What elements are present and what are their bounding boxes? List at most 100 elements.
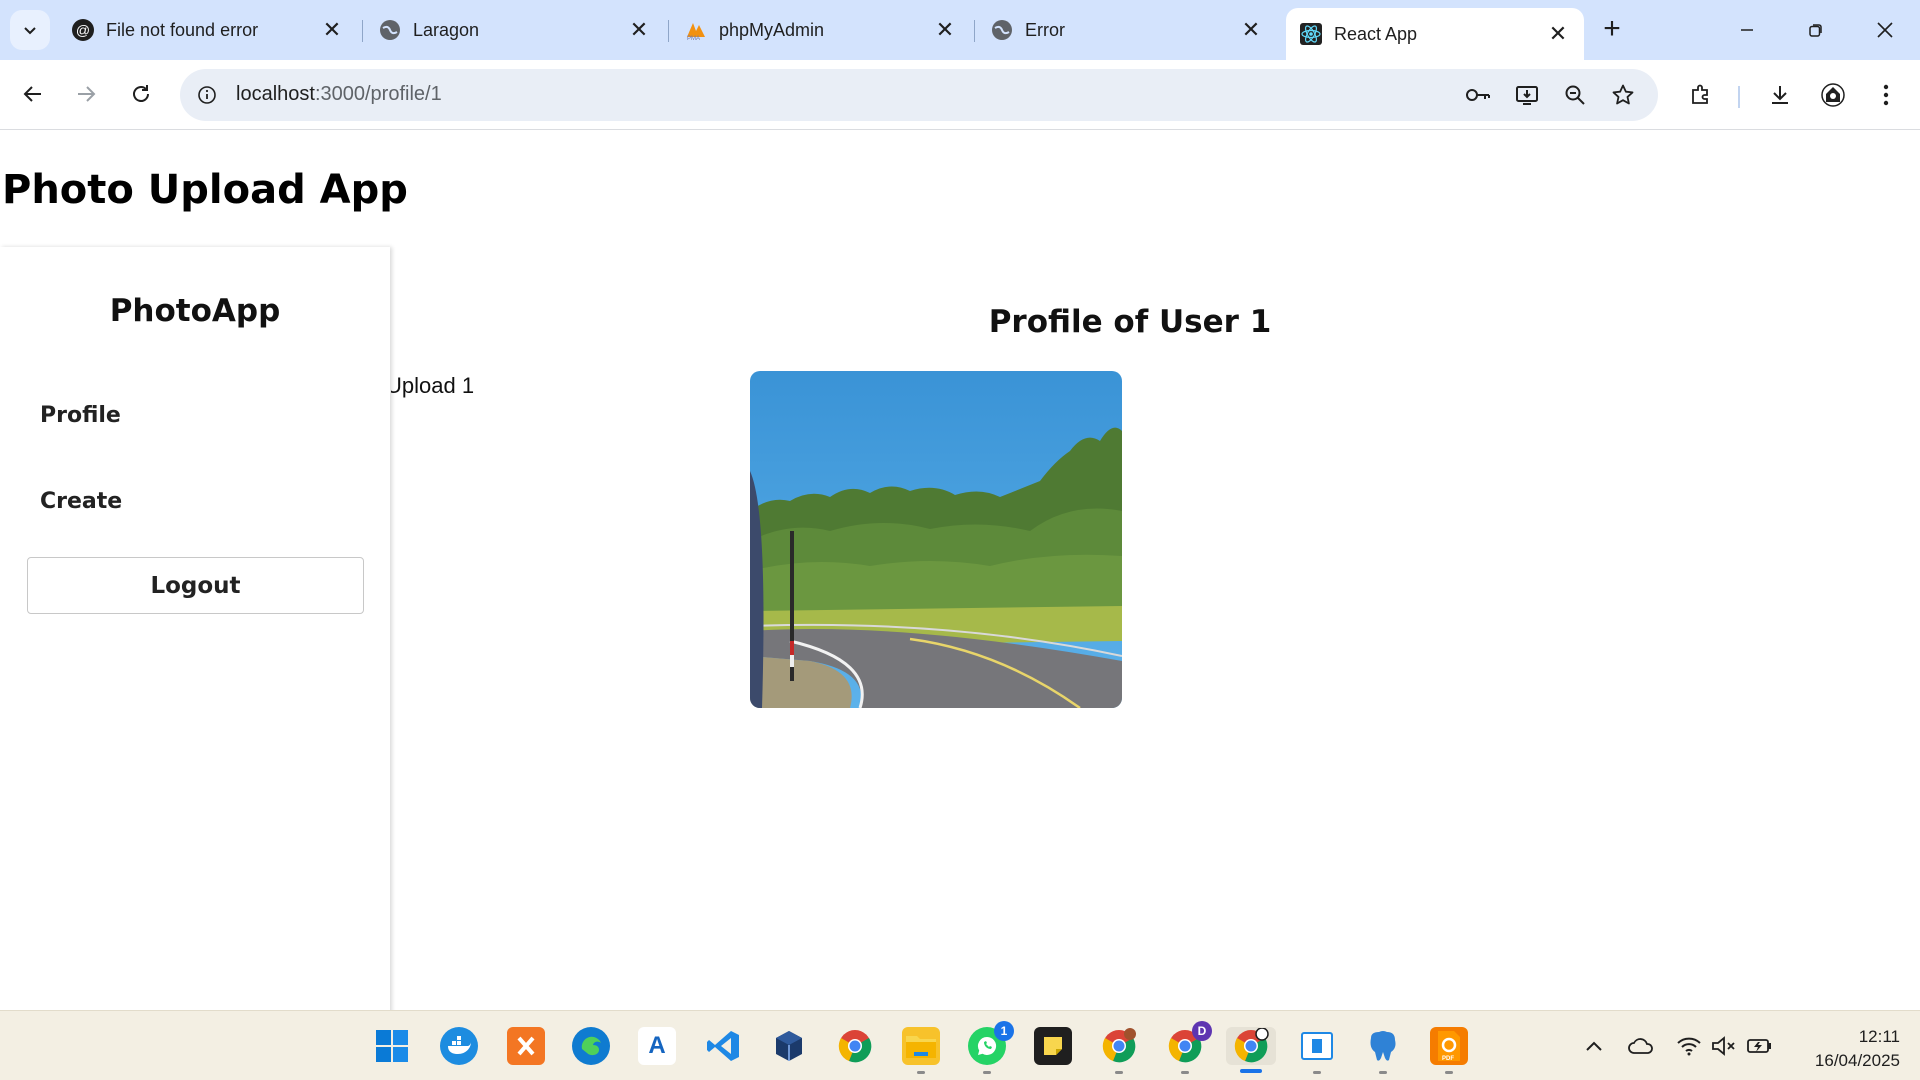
tab-phpmyadmin[interactable]: PMA phpMyAdmin ✕ bbox=[671, 8, 971, 52]
chrome-profile-d-icon[interactable]: D bbox=[1166, 1021, 1212, 1065]
threads-icon: @ bbox=[72, 19, 94, 41]
tab-file-not-found[interactable]: @ File not found error ✕ bbox=[58, 8, 358, 52]
profile-badge: D bbox=[1192, 1021, 1212, 1041]
arrow-right-icon bbox=[78, 86, 96, 102]
pgadmin-icon[interactable] bbox=[1364, 1027, 1402, 1065]
chrome-profile-icon[interactable] bbox=[1100, 1027, 1138, 1065]
profile-avatar-icon[interactable] bbox=[1813, 75, 1853, 115]
close-icon[interactable]: ✕ bbox=[1239, 17, 1263, 42]
volume-muted-icon[interactable] bbox=[1709, 1031, 1739, 1061]
chrome-icon[interactable] bbox=[836, 1027, 874, 1065]
profile-heading: Profile of User 1 bbox=[988, 304, 1272, 340]
running-indicator bbox=[983, 1071, 991, 1074]
tab-title: phpMyAdmin bbox=[719, 19, 825, 40]
close-icon[interactable]: ✕ bbox=[933, 17, 957, 42]
tab-search-button[interactable] bbox=[10, 10, 50, 50]
url-text[interactable]: localhost:3000/profile/1 bbox=[236, 83, 442, 106]
running-indicator bbox=[1445, 1071, 1453, 1074]
svg-text:PMA: PMA bbox=[687, 36, 700, 41]
upload-label-container: Upload 1 bbox=[391, 367, 591, 407]
sticky-notes-icon[interactable] bbox=[1034, 1027, 1072, 1065]
minimize-button[interactable] bbox=[1724, 10, 1770, 50]
running-indicator bbox=[1379, 1071, 1387, 1074]
address-bar[interactable]: localhost:3000/profile/1 bbox=[180, 69, 1658, 121]
phpmyadmin-icon: PMA bbox=[687, 23, 705, 41]
more-menu-icon[interactable] bbox=[1866, 75, 1906, 115]
globe-icon bbox=[992, 20, 1012, 40]
upload-label: Upload 1 bbox=[391, 373, 475, 398]
page-viewport: Photo Upload App Upload 1 PhotoApp Profi… bbox=[0, 131, 1920, 1010]
sidebar-brand: PhotoApp bbox=[109, 293, 281, 329]
windows-start-icon[interactable] bbox=[373, 1027, 411, 1065]
forward-button[interactable] bbox=[66, 74, 106, 114]
chevron-up-icon[interactable] bbox=[1579, 1031, 1609, 1061]
running-indicator bbox=[1181, 1071, 1189, 1074]
tab-separator bbox=[974, 20, 975, 42]
tab-separator bbox=[668, 20, 669, 42]
sidebar-link-profile[interactable]: Profile bbox=[40, 403, 121, 428]
svg-text:PDF: PDF bbox=[1442, 1056, 1454, 1062]
restore-button[interactable] bbox=[1793, 10, 1839, 50]
virtualbox-icon[interactable] bbox=[770, 1027, 808, 1065]
reload-icon bbox=[133, 85, 149, 102]
road-photo-image bbox=[750, 371, 1122, 708]
pdf-icon[interactable]: PDF bbox=[1430, 1027, 1468, 1065]
back-button[interactable] bbox=[13, 74, 53, 114]
extensions-icon[interactable] bbox=[1681, 75, 1721, 115]
onedrive-cloud-icon[interactable] bbox=[1626, 1031, 1656, 1061]
restore-icon bbox=[1809, 24, 1822, 37]
close-icon[interactable]: ✕ bbox=[627, 17, 651, 42]
url-path: :3000/profile/1 bbox=[314, 83, 442, 105]
tab-react-app[interactable]: React App ✕ bbox=[1286, 8, 1584, 60]
url-host: localhost bbox=[236, 83, 315, 105]
docker-icon[interactable] bbox=[440, 1027, 478, 1065]
close-icon[interactable]: ✕ bbox=[1546, 21, 1570, 46]
close-window-button[interactable] bbox=[1862, 10, 1908, 50]
edge-icon[interactable] bbox=[572, 1027, 610, 1065]
tab-title: Laragon bbox=[413, 19, 480, 40]
file-explorer-icon[interactable] bbox=[902, 1027, 940, 1065]
tab-strip: @ File not found error ✕ Laragon ✕ PMA p… bbox=[0, 0, 1920, 60]
clock-date: 16/04/2025 bbox=[1814, 1051, 1900, 1070]
password-key-icon[interactable] bbox=[1463, 80, 1493, 110]
windows-taskbar: A 1 D PDF 12:11 16/04/2025 bbox=[0, 1010, 1920, 1080]
xampp-icon[interactable] bbox=[507, 1027, 545, 1065]
tab-title: File not found error bbox=[106, 19, 259, 40]
clock-time: 12:11 bbox=[1858, 1027, 1900, 1046]
sidebar-link-create[interactable]: Create bbox=[40, 489, 122, 514]
globe-icon bbox=[380, 20, 400, 40]
arrow-left-icon bbox=[23, 86, 41, 102]
zoom-out-icon[interactable] bbox=[1560, 80, 1590, 110]
downloads-icon[interactable] bbox=[1760, 75, 1800, 115]
logout-button[interactable]: Logout bbox=[27, 557, 364, 614]
bookmark-star-icon[interactable] bbox=[1608, 80, 1638, 110]
vscode-icon[interactable] bbox=[704, 1027, 742, 1065]
tab-error[interactable]: Error ✕ bbox=[977, 8, 1277, 52]
reload-button[interactable] bbox=[121, 74, 161, 114]
close-icon bbox=[1877, 22, 1893, 38]
system-clock[interactable]: 12:11 16/04/2025 bbox=[1790, 1025, 1900, 1073]
running-indicator bbox=[917, 1071, 925, 1074]
chevron-down-icon bbox=[24, 27, 36, 35]
whatsapp-icon[interactable]: 1 bbox=[968, 1021, 1014, 1065]
new-tab-button[interactable]: + bbox=[1596, 14, 1628, 46]
react-icon bbox=[1300, 23, 1322, 45]
notification-badge: 1 bbox=[994, 1021, 1014, 1041]
battery-charging-icon[interactable] bbox=[1745, 1031, 1775, 1061]
tab-title: Error bbox=[1025, 19, 1065, 40]
browser-toolbar: localhost:3000/profile/1 bbox=[0, 60, 1920, 130]
tab-laragon[interactable]: Laragon ✕ bbox=[365, 8, 665, 52]
app-store-icon[interactable]: A bbox=[638, 1027, 676, 1065]
running-indicator bbox=[1115, 1071, 1123, 1074]
close-icon[interactable]: ✕ bbox=[320, 17, 344, 42]
active-indicator bbox=[1240, 1069, 1262, 1073]
chrome-active-icon[interactable] bbox=[1226, 1027, 1276, 1065]
site-info-icon[interactable] bbox=[192, 80, 222, 110]
install-app-icon[interactable] bbox=[1512, 80, 1542, 110]
uploaded-photo[interactable] bbox=[750, 371, 1122, 708]
app-window-icon[interactable] bbox=[1298, 1027, 1336, 1065]
toolbar-divider bbox=[1738, 86, 1740, 108]
tab-title: React App bbox=[1334, 23, 1418, 44]
running-indicator bbox=[1313, 1071, 1321, 1074]
wifi-icon[interactable] bbox=[1674, 1031, 1704, 1061]
